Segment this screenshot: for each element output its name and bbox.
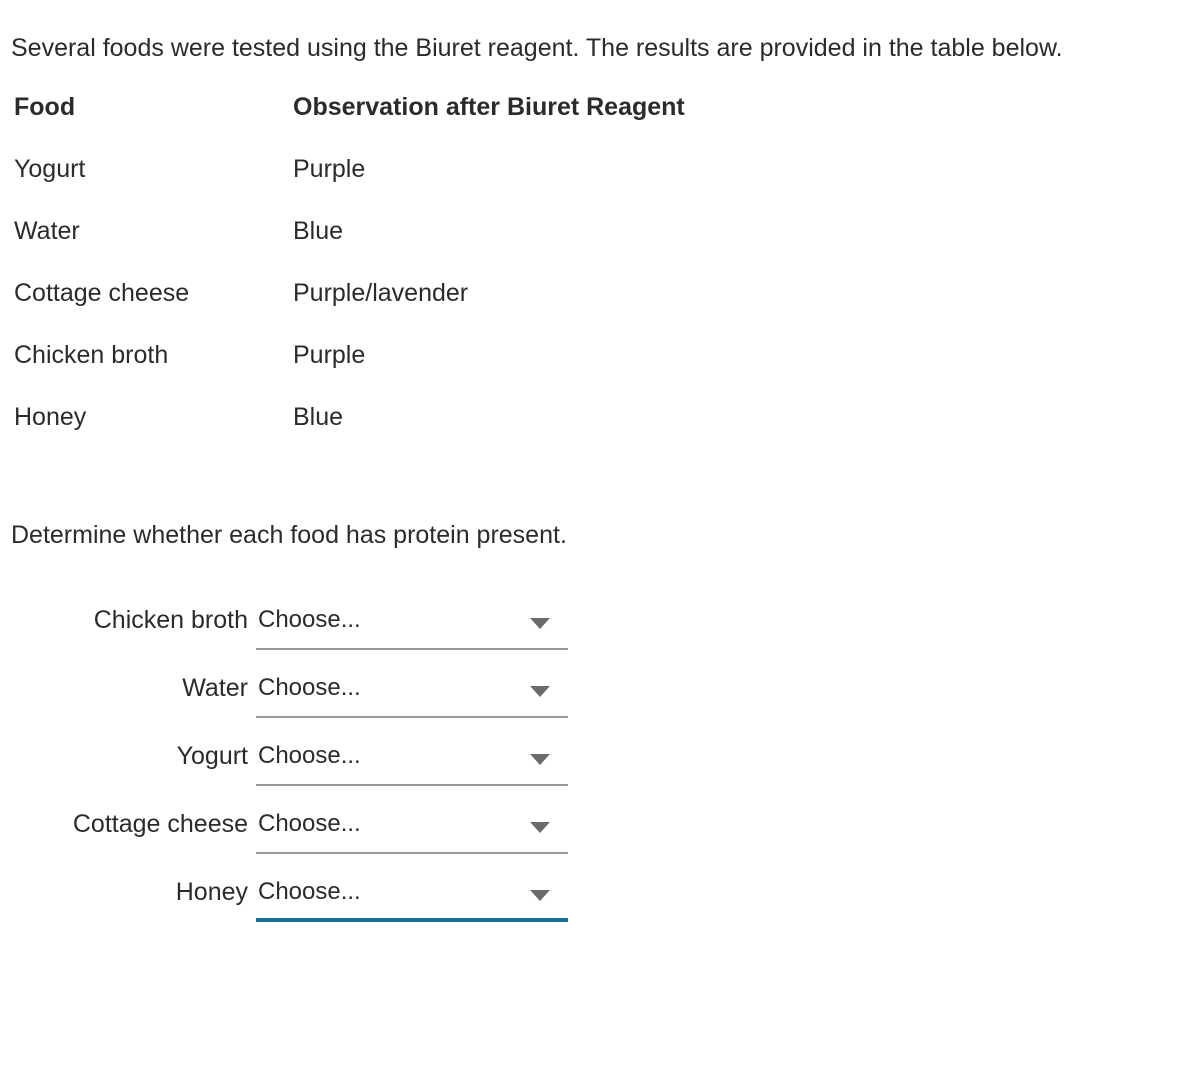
chevron-down-icon bbox=[530, 754, 550, 765]
dropdown-value: Choose... bbox=[258, 742, 361, 769]
cell-observation: Blue bbox=[293, 403, 344, 431]
table-row: Yogurt Purple bbox=[14, 154, 813, 216]
cell-food: Water bbox=[14, 217, 80, 245]
dropdown-label: Water bbox=[182, 674, 248, 702]
column-header-observation: Observation after Biuret Reagent bbox=[293, 93, 685, 121]
dropdown-value: Choose... bbox=[258, 674, 361, 701]
dropdown-row: Honey Choose... bbox=[0, 872, 700, 940]
dropdown-row: Cottage cheese Choose... bbox=[0, 804, 700, 872]
dropdown-value: Choose... bbox=[258, 810, 361, 837]
table-row: Water Blue bbox=[14, 216, 813, 278]
dropdown-value: Choose... bbox=[258, 606, 361, 633]
dropdown-label: Yogurt bbox=[176, 742, 248, 770]
cell-observation: Purple bbox=[293, 341, 366, 369]
cell-observation: Purple bbox=[293, 155, 366, 183]
chevron-down-icon bbox=[530, 890, 550, 901]
dropdown-select[interactable]: Choose... bbox=[256, 668, 568, 718]
cell-food: Cottage cheese bbox=[14, 279, 190, 307]
dropdown-select[interactable]: Choose... bbox=[256, 600, 568, 650]
dropdown-question-list: Chicken broth Choose... Water Choose... Yogu… bbox=[0, 600, 700, 940]
dropdown-select[interactable]: Choose... bbox=[256, 736, 568, 786]
dropdown-row: Water Choose... bbox=[0, 668, 700, 736]
dropdown-select[interactable]: Choose... bbox=[256, 872, 568, 922]
intro-text: Several foods were tested using the Biur… bbox=[11, 34, 1063, 62]
column-header-food: Food bbox=[14, 93, 76, 121]
cell-food: Chicken broth bbox=[14, 341, 169, 369]
dropdown-label: Honey bbox=[175, 878, 248, 906]
chevron-down-icon bbox=[530, 822, 550, 833]
chevron-down-icon bbox=[530, 686, 550, 697]
table-header: Food Observation after Biuret Reagent bbox=[14, 92, 813, 154]
cell-observation: Purple/lavender bbox=[293, 279, 469, 307]
dropdown-select[interactable]: Choose... bbox=[256, 804, 568, 854]
table-row: Honey Blue bbox=[14, 402, 813, 432]
table-header-row: Food Observation after Biuret Reagent bbox=[14, 92, 813, 154]
prompt-text: Determine whether each food has protein … bbox=[11, 521, 567, 549]
chevron-down-icon bbox=[530, 618, 550, 629]
cell-food: Yogurt bbox=[14, 155, 86, 183]
dropdown-row: Chicken broth Choose... bbox=[0, 600, 700, 668]
dropdown-label: Cottage cheese bbox=[72, 810, 248, 838]
table-row: Cottage cheese Purple/lavender bbox=[14, 278, 813, 340]
table-row: Chicken broth Purple bbox=[14, 340, 813, 402]
dropdown-value: Choose... bbox=[258, 878, 361, 905]
cell-observation: Blue bbox=[293, 217, 344, 245]
table-body: Yogurt Purple Water Blue Cottage cheese Purpl… bbox=[14, 154, 813, 432]
results-table: Food Observation after Biuret Reagent Yo… bbox=[14, 92, 813, 432]
dropdown-row: Yogurt Choose... bbox=[0, 736, 700, 804]
dropdown-label: Chicken broth bbox=[93, 606, 248, 634]
cell-food: Honey bbox=[14, 403, 87, 431]
question-page: Several foods were tested using the Biur… bbox=[0, 0, 1200, 1072]
